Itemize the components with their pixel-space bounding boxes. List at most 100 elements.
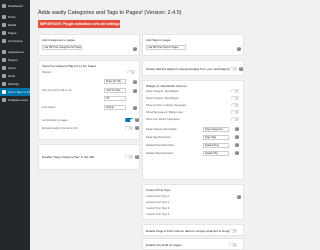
box-title: Enable this Field for pages	[146, 243, 182, 247]
help-icon[interactable]: ?	[235, 127, 239, 131]
sidebar-item-plugins[interactable]: Plugins	[0, 56, 30, 64]
sidebar-item-comments[interactable]: Comments	[0, 37, 30, 45]
categories-box: Add Categories to pages Use WP Post Cate…	[38, 34, 140, 56]
help-icon[interactable]: ?	[239, 67, 243, 71]
toggle-knob	[229, 67, 233, 71]
user-icon	[2, 66, 6, 70]
sidebar-item-label: Plugins	[8, 58, 18, 62]
widget-toggle[interactable]	[231, 96, 239, 100]
help-icon[interactable]: ?	[237, 47, 241, 51]
disable-url-toggle[interactable]	[125, 155, 133, 159]
sidebar-item-settings[interactable]: Settings	[0, 80, 30, 88]
font-weight-select[interactable]: Normal	[104, 105, 126, 110]
toggle-knob	[229, 229, 233, 233]
widget-toggle[interactable]	[231, 89, 239, 93]
toggle-knob	[231, 89, 235, 93]
sidebar-item-cat-tags[interactable]: Cat & Tags to Pages	[0, 88, 30, 96]
box-title: Please add the adjacent categories/tags …	[146, 67, 234, 71]
list-inclusion-toggle[interactable]	[125, 118, 133, 122]
field-label: Page Tag Description	[146, 136, 171, 139]
font-size-select[interactable]: List Font Size	[104, 88, 126, 93]
toggle-knob	[231, 96, 235, 100]
related-post-input[interactable]: Related Post	[203, 143, 229, 148]
tag-description-input[interactable]: Page Tags	[203, 135, 229, 140]
help-icon[interactable]: ?	[235, 135, 239, 139]
related-tag-input[interactable]: Related Tag	[203, 151, 229, 156]
widget-toggle[interactable]	[231, 117, 239, 121]
tags-box: Add Tags to pages Use WP Post Tags for P…	[142, 34, 244, 56]
help-icon[interactable]: ?	[235, 151, 239, 155]
pin-icon	[2, 15, 6, 19]
page-icon	[2, 31, 6, 35]
settings-icon	[2, 82, 6, 86]
admin-sidebar: Dashboard Posts Media Pages Comments App…	[0, 0, 30, 250]
categories-select[interactable]: Use WP Post Categories for Pages	[42, 45, 82, 50]
widget-row-label: Show number in display Tag pages	[146, 104, 187, 107]
listing-box: Show the Category/Tag list on the Pages …	[38, 60, 140, 140]
widget-toggle[interactable]	[231, 103, 239, 107]
toggle-label: List Inclusion to pages	[42, 119, 68, 122]
comment-icon	[2, 39, 6, 43]
help-icon[interactable]: ?	[237, 195, 241, 199]
toggle-knob	[125, 155, 129, 159]
sidebar-item-appearance[interactable]: Appearance	[0, 48, 30, 56]
custom-post-item: Custom Post Type 1	[146, 195, 170, 198]
sidebar-item-label: Posts	[8, 15, 16, 19]
help-icon[interactable]: ?	[135, 126, 139, 130]
toggle-knob	[231, 117, 235, 121]
sidebar-item-label: Media	[8, 23, 17, 27]
category-description-input[interactable]: Page Categories	[203, 127, 229, 132]
adjacent-toggle[interactable]	[229, 67, 237, 71]
collapse-icon	[2, 98, 6, 102]
sidebar-item-label: Users	[8, 66, 16, 70]
sidebar-item-users[interactable]: Users	[0, 64, 30, 72]
widget-row-label: Show Category Tag Widgets	[146, 90, 179, 93]
widget-toggle[interactable]	[231, 110, 239, 114]
box-title: Add Categories to pages	[42, 38, 76, 42]
heading-select[interactable]: H3	[104, 96, 126, 101]
sidebar-item-label: Comments	[8, 39, 23, 43]
sidebar-item-label: Cat & Tags to Pages	[8, 90, 30, 94]
enable-list-toggle[interactable]	[229, 243, 237, 247]
help-icon[interactable]: ?	[133, 106, 137, 110]
collapse-menu[interactable]: Collapse menu	[0, 96, 30, 104]
help-icon[interactable]: ?	[133, 89, 137, 93]
toggle-knob	[229, 243, 233, 247]
sidebar-item-media[interactable]: Media	[0, 21, 30, 29]
custom-post-item: Custom Post Type 2	[146, 201, 170, 204]
box-title: Enable Page & Post Column data for Googl…	[146, 229, 232, 233]
widget-row-label: Show Category Tag Widgets	[146, 97, 179, 100]
sidebar-item-label: Collapse menu	[8, 98, 29, 102]
position-label: Position	[42, 71, 52, 74]
font-size-label: Font size (H1 to H6 or px)	[42, 89, 72, 92]
adjacent-box: Please add the adjacent categories/tags …	[142, 60, 244, 76]
sidebar-item-label: Tools	[8, 74, 16, 78]
help-icon[interactable]: ?	[135, 118, 139, 122]
sidebar-item-tools[interactable]: Tools	[0, 72, 30, 80]
box-title: Show the Category/Tag list on the Pages	[42, 64, 97, 68]
toggle-knob	[231, 110, 235, 114]
sidebar-item-pages[interactable]: Pages	[0, 29, 30, 37]
wrench-icon	[2, 74, 6, 78]
position-select[interactable]: Below the Title	[104, 79, 126, 84]
help-icon[interactable]: ?	[235, 143, 239, 147]
plugin-icon	[2, 58, 6, 62]
custom-post-item: Custom Post Type 3	[146, 207, 170, 210]
list-position-toggle[interactable]	[127, 70, 135, 74]
help-icon[interactable]: ?	[133, 47, 137, 51]
tags-select[interactable]: Use WP Post Tags for Pages	[146, 45, 186, 50]
field-label: Related Post Description	[146, 144, 175, 147]
toggle-knob	[129, 118, 133, 122]
sidebar-item-dashboard[interactable]: Dashboard	[0, 2, 30, 10]
enable-page-toggle[interactable]	[229, 229, 237, 233]
tag-icon	[2, 90, 6, 94]
field-label: Page Category Description	[146, 128, 177, 131]
custom-post-item: Custom Post Type 4	[146, 213, 170, 216]
sidebar-item-posts[interactable]: Posts	[0, 13, 30, 21]
help-icon[interactable]: ?	[135, 155, 139, 159]
custom-post-box: Custom Post Type Custom Post Type 1 Cust…	[142, 184, 244, 220]
exclude-length-toggle[interactable]	[125, 126, 133, 130]
help-icon[interactable]: ?	[133, 80, 137, 84]
media-icon	[2, 23, 6, 27]
box-title: Add Tags to pages	[146, 38, 171, 42]
